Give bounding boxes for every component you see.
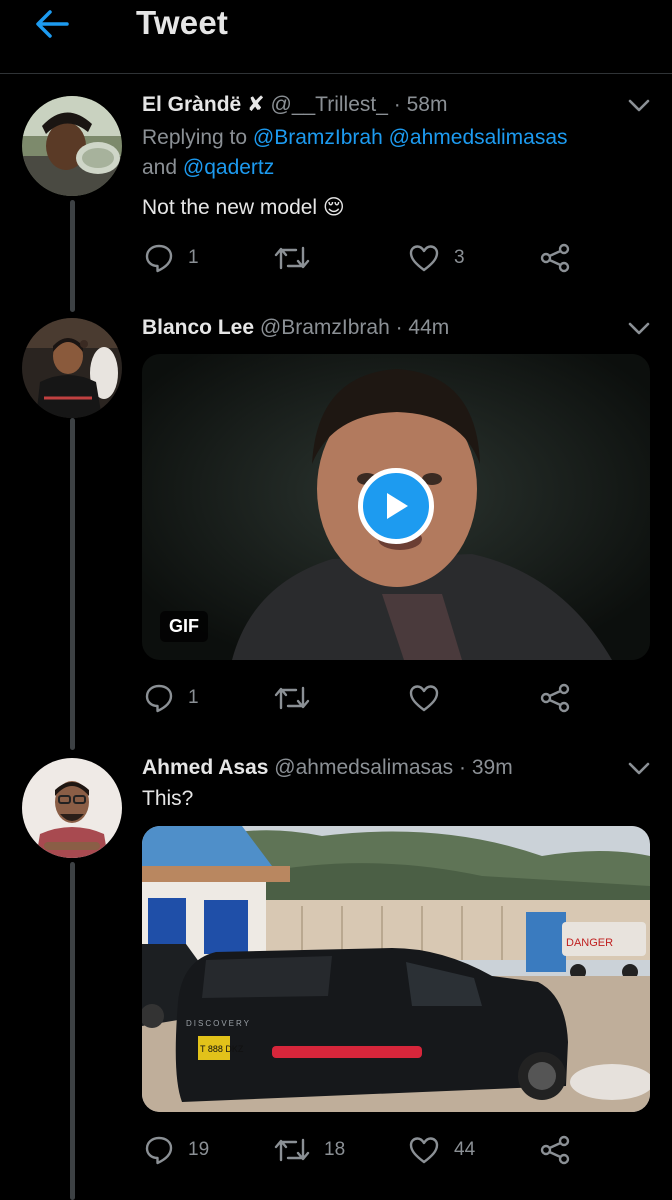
like-button[interactable]: 44 <box>408 1132 475 1168</box>
share-button[interactable] <box>540 240 570 276</box>
mention-link[interactable]: @ahmedsalimasas <box>389 126 568 149</box>
tweet-text: Not the new model 😌 <box>142 196 345 219</box>
share-button[interactable] <box>540 680 570 716</box>
retweet-icon <box>274 246 310 270</box>
retweet-button[interactable] <box>274 680 324 716</box>
reply-count: 19 <box>188 1139 210 1160</box>
tweet-header: El Gràndë ✘ @__Trillest_ · 58m <box>142 92 447 118</box>
user-handle[interactable]: @ahmedsalimasas <box>274 756 453 779</box>
like-button[interactable]: 3 <box>408 240 465 276</box>
arrow-left-icon <box>36 10 69 38</box>
timestamp[interactable]: · 39m <box>459 756 513 779</box>
tweet-actions: 1 <box>142 680 582 716</box>
car-badge-text: DISCOVERY <box>186 1019 251 1028</box>
tweet-header: Blanco Lee @BramzIbrah · 44m <box>142 315 449 341</box>
avatar-image <box>22 758 122 858</box>
like-button[interactable] <box>408 680 454 716</box>
heart-icon <box>409 685 439 712</box>
retweet-button[interactable]: 18 <box>274 1132 345 1168</box>
mention-link[interactable]: @qadertz <box>183 156 274 179</box>
user-handle[interactable]: @BramzIbrah <box>260 316 390 339</box>
name-badge: ✘ <box>247 93 265 116</box>
share-button[interactable] <box>540 1132 570 1168</box>
avatar[interactable] <box>22 318 122 418</box>
and-label: and <box>142 156 178 179</box>
retweet-icon <box>274 1138 310 1162</box>
chevron-down-icon[interactable] <box>628 322 650 336</box>
retweet-count: 18 <box>324 1139 346 1160</box>
truck-warning-text: DANGER <box>566 937 613 949</box>
car-photo: DANGER T 888 DKZ DISCOVERY <box>142 826 650 1112</box>
tweet-actions: 1 3 <box>142 240 582 276</box>
reply-count: 1 <box>188 687 199 708</box>
top-bar: Tweet <box>0 0 672 74</box>
reply-button[interactable]: 1 <box>144 680 199 716</box>
play-button[interactable] <box>358 468 434 544</box>
reply-button[interactable]: 1 <box>144 240 199 276</box>
thread-connector <box>70 862 75 1200</box>
user-handle[interactable]: @__Trillest_ <box>271 93 388 116</box>
share-icon <box>540 683 570 713</box>
gif-badge: GIF <box>160 611 208 642</box>
avatar-image <box>22 96 122 196</box>
thread-connector <box>70 418 75 750</box>
speech-bubble-icon <box>145 1136 173 1165</box>
avatar-image <box>22 318 122 418</box>
license-plate-text: T 888 DKZ <box>200 1044 244 1054</box>
replying-to: Replying to @BramzIbrah @ahmedsalimasas … <box>142 123 642 183</box>
share-icon <box>540 243 570 273</box>
speech-bubble-icon <box>145 684 173 713</box>
display-name[interactable]: El Gràndë <box>142 93 241 116</box>
photo-media[interactable]: DANGER T 888 DKZ DISCOVERY <box>142 826 650 1112</box>
chevron-down-icon[interactable] <box>628 762 650 776</box>
reply-button[interactable]: 19 <box>144 1132 209 1168</box>
tweet-header: Ahmed Asas @ahmedsalimasas · 39m <box>142 755 513 781</box>
heart-icon <box>409 245 439 272</box>
tweet-actions: 19 18 44 <box>142 1132 582 1168</box>
thread-connector <box>70 200 75 312</box>
page-title: Tweet <box>136 4 229 41</box>
mention-link[interactable]: @BramzIbrah <box>253 126 383 149</box>
display-name[interactable]: Ahmed Asas <box>142 756 268 779</box>
retweet-icon <box>274 686 310 710</box>
retweet-button[interactable] <box>274 240 324 276</box>
heart-icon <box>409 1137 439 1164</box>
like-count: 3 <box>454 247 465 268</box>
display-name[interactable]: Blanco Lee <box>142 316 254 339</box>
like-count: 44 <box>454 1139 476 1160</box>
timestamp[interactable]: · 58m <box>394 93 448 116</box>
gif-media[interactable]: GIF <box>142 354 650 660</box>
replying-label: Replying to <box>142 126 248 149</box>
play-icon <box>387 493 408 519</box>
tweet-text: This? <box>142 787 194 810</box>
timestamp[interactable]: · 44m <box>396 316 450 339</box>
chevron-down-icon[interactable] <box>628 99 650 113</box>
avatar[interactable] <box>22 758 122 858</box>
reply-count: 1 <box>188 247 199 268</box>
avatar[interactable] <box>22 96 122 196</box>
speech-bubble-icon <box>145 244 173 273</box>
share-icon <box>540 1135 570 1165</box>
back-button[interactable] <box>30 6 74 42</box>
